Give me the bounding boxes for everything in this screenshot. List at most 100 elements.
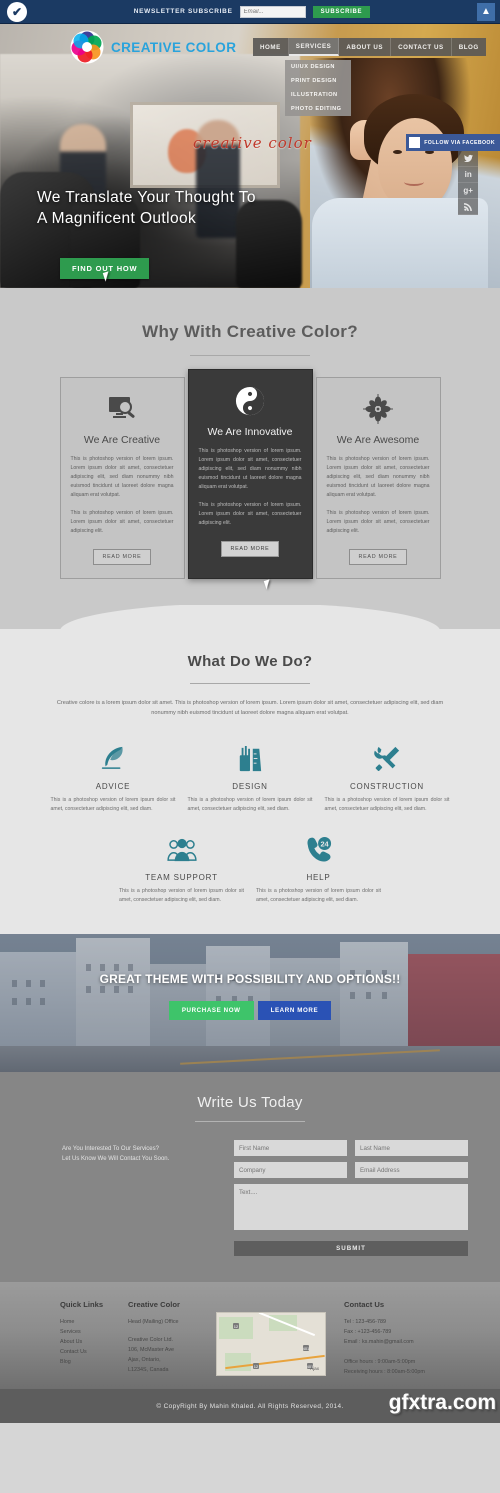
card-paragraph-1: This is photoshop version of lorem ipsum…: [70, 456, 174, 498]
footer-link-services[interactable]: Services: [60, 1327, 120, 1337]
footer-quick-links: Quick Links Home Services About Us Conta…: [60, 1300, 120, 1377]
footer-address-line-2: 106, McMaster Ave: [128, 1347, 175, 1354]
main-navigation[interactable]: HOME SERVICES ABOUT US CONTACT US BLOG: [253, 38, 486, 56]
follow-via-facebook-button[interactable]: f FOLLOW VIA FACEBOOK: [406, 134, 500, 151]
contact-section: Write Us Today Are You Interested To Our…: [0, 1072, 500, 1283]
footer-fax: Fax : +123-456-789: [344, 1329, 392, 1336]
pens-ruler-icon: [188, 742, 313, 776]
map-marker-2: 401: [302, 1345, 310, 1352]
card-paragraph-1: This is photoshop version of lorem ipsum…: [198, 448, 302, 490]
service-name: ADVICE: [95, 782, 131, 791]
dropdown-item-photo-editing[interactable]: PHOTO EDITING: [285, 102, 351, 116]
nav-item-blog[interactable]: BLOG: [452, 38, 486, 56]
map-marker-1: 12: [233, 1323, 239, 1330]
footer-link-about-us[interactable]: About Us: [60, 1337, 120, 1347]
whatdo-title-divider: [190, 683, 310, 684]
wrench-screwdriver-icon: [325, 742, 450, 776]
feather-quill-icon: [51, 742, 176, 776]
people-group-icon: [119, 833, 244, 867]
contact-body: Are You Interested To Our Services? Let …: [62, 1140, 468, 1257]
footer-company-column: Creative Color Head (Mailing) Office Cre…: [128, 1300, 208, 1377]
service-text: This is a photoshop version of lorem ips…: [324, 797, 450, 812]
whatdo-description: Creative colore is a lorem ipsum dolor s…: [56, 700, 444, 716]
service-advice: ADVICE This is a photoshop version of lo…: [51, 742, 176, 813]
service-construction: CONSTRUCTION This is a photoshop version…: [325, 742, 450, 813]
google-plus-icon[interactable]: g+: [458, 183, 479, 199]
twitter-icon[interactable]: [458, 151, 479, 167]
why-cards: We Are Creative This is photoshop versio…: [0, 369, 500, 579]
rss-icon[interactable]: [458, 199, 479, 215]
service-text: This is a photoshop version of lorem ips…: [119, 888, 244, 903]
banner-headline: GREAT THEME WITH POSSIBILITY AND OPTIONS…: [99, 972, 401, 987]
first-name-input[interactable]: [234, 1140, 347, 1157]
contact-title: Write Us Today: [197, 1094, 303, 1112]
form-row-company-email: [234, 1162, 468, 1179]
top-utility-bar: ✔ NEWSLETTER SUBSCRIBE SUBSCRIBE ▲: [0, 0, 500, 24]
card-paragraph-2: This is photoshop version of lorem ipsum…: [198, 502, 302, 526]
message-textarea[interactable]: [234, 1184, 468, 1231]
service-name: TEAM SUPPORT: [145, 873, 218, 883]
nav-item-home[interactable]: HOME: [253, 38, 289, 56]
contact-title-divider: [195, 1121, 305, 1123]
check-circle-icon: ✔: [7, 1, 27, 22]
service-name: DESIGN: [232, 782, 268, 791]
nav-item-services[interactable]: SERVICES: [288, 38, 340, 56]
last-name-input[interactable]: [355, 1140, 468, 1157]
services-dropdown[interactable]: UI/UX DESIGN PRINT DESIGN ILLUSTRATION P…: [285, 60, 351, 116]
footer-office-hours: Office hours : 9:00am-5:00pm: [344, 1359, 416, 1366]
location-map[interactable]: 12 401 12 401 Ajax: [216, 1312, 326, 1377]
card-we-are-creative: We Are Creative This is photoshop versio…: [59, 377, 185, 579]
footer-office-label: Head (Mailing) Office: [128, 1319, 179, 1326]
nav-item-contact-us[interactable]: CONTACT US: [391, 38, 452, 56]
brand-logo[interactable]: CREATIVE COLOR: [70, 30, 236, 64]
read-more-button[interactable]: READ MORE: [92, 549, 152, 565]
newsletter-area: NEWSLETTER SUBSCRIBE SUBSCRIBE: [27, 5, 477, 18]
hero-headline-line-2: A Magnificent Outlook: [37, 210, 197, 227]
chevron-up-icon[interactable]: ▲: [477, 2, 495, 21]
form-row-names: [234, 1140, 468, 1157]
footer-receiving-hours: Receiving hours : 8:00am-5:00pm: [344, 1369, 425, 1376]
social-sidebar: f FOLLOW VIA FACEBOOK in g+: [402, 134, 500, 215]
services-row-two: TEAM SUPPORT This is a photoshop version…: [0, 833, 500, 904]
footer-map-column: 12 401 12 401 Ajax: [216, 1300, 336, 1377]
map-city-label: Ajax: [310, 1366, 319, 1372]
footer-link-home[interactable]: Home: [60, 1317, 120, 1327]
card-we-are-awesome: We Are Awesome This is photoshop version…: [315, 377, 441, 579]
email-input[interactable]: [355, 1162, 468, 1179]
footer-link-contact-us[interactable]: Contact Us: [60, 1347, 120, 1357]
dropdown-item-uiux-design[interactable]: UI/UX DESIGN: [285, 60, 351, 74]
facebook-label: FOLLOW VIA FACEBOOK: [424, 139, 495, 146]
footer-contact-column: Contact Us Tel : 123-456-789 Fax : +123-…: [344, 1300, 484, 1377]
footer-contact-title: Contact Us: [344, 1300, 385, 1310]
read-more-button[interactable]: READ MORE: [220, 541, 280, 557]
footer-tel: Tel : 123-456-789: [344, 1319, 386, 1326]
footer-link-blog[interactable]: Blog: [60, 1357, 120, 1367]
linkedin-icon[interactable]: in: [458, 167, 479, 183]
hero-headline-line-1: We Translate Your Thought To: [37, 189, 256, 206]
contact-lead-text: Are You Interested To Our Services? Let …: [62, 1140, 222, 1256]
what-do-we-do-section: What Do We Do? Creative colore is a lore…: [0, 629, 500, 935]
yin-yang-icon: [199, 383, 302, 419]
learn-more-button[interactable]: LEARN MORE: [257, 1001, 332, 1021]
footer-address-line-1: Creative Color Ltd.: [128, 1337, 173, 1344]
subscribe-button[interactable]: SUBSCRIBE: [312, 5, 371, 18]
footer-company-title: Creative Color: [128, 1300, 180, 1310]
read-more-button[interactable]: READ MORE: [348, 549, 408, 565]
service-text: This is a photoshop version of lorem ips…: [50, 797, 176, 812]
newsletter-email-input[interactable]: [239, 5, 306, 18]
purchase-now-button[interactable]: PURCHASE NOW: [168, 1001, 254, 1021]
dropdown-item-print-design[interactable]: PRINT DESIGN: [285, 74, 351, 88]
dropdown-item-illustration[interactable]: ILLUSTRATION: [285, 88, 351, 102]
contact-form: SUBMIT: [234, 1140, 468, 1257]
card-title: We Are Awesome: [336, 434, 420, 446]
card-paragraph-1: This is photoshop version of lorem ipsum…: [326, 456, 430, 498]
map-green-area-3: [225, 1353, 251, 1372]
promo-banner: GREAT THEME WITH POSSIBILITY AND OPTIONS…: [0, 934, 500, 1073]
facebook-icon: f: [409, 137, 421, 148]
nav-item-about-us[interactable]: ABOUT US: [339, 38, 392, 56]
footer-address-line-3: Ajax, Ontario,: [128, 1357, 161, 1364]
flower-burst-icon: [327, 391, 430, 427]
company-input[interactable]: [234, 1162, 347, 1179]
submit-button[interactable]: SUBMIT: [234, 1241, 468, 1257]
contact-lead-line-1: Are You Interested To Our Services?: [62, 1146, 159, 1153]
